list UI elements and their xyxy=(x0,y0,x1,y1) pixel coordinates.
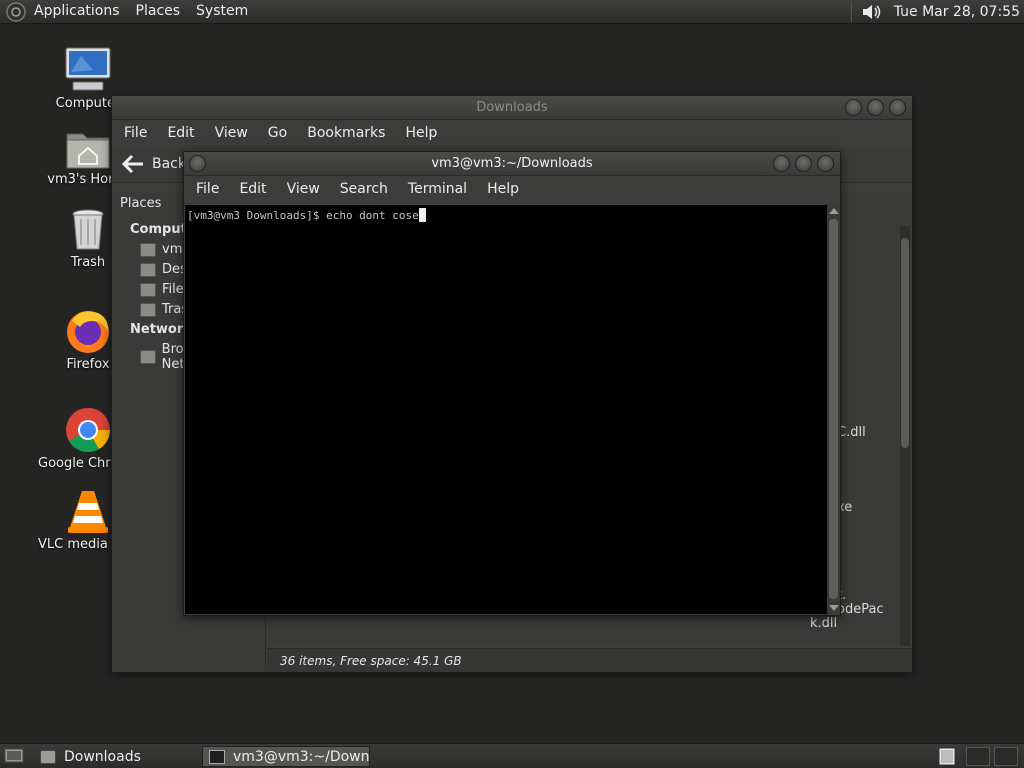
file-label[interactable]: odePac xyxy=(837,602,884,617)
minimize-button[interactable] xyxy=(773,155,790,172)
file-manager-title: Downloads xyxy=(476,100,548,115)
show-desktop-icon[interactable] xyxy=(4,748,24,765)
fm-menu-bookmarks[interactable]: Bookmarks xyxy=(297,125,395,141)
home-folder-icon xyxy=(66,133,110,169)
file-manager-titlebar[interactable]: Downloads xyxy=(112,96,912,120)
places-menu[interactable]: Places xyxy=(128,0,189,24)
system-menu[interactable]: System xyxy=(188,0,256,24)
term-menu-terminal[interactable]: Terminal xyxy=(398,181,477,197)
terminal-titlebar[interactable]: vm3@vm3:~/Downloads xyxy=(184,152,840,176)
scrollbar-thumb[interactable] xyxy=(901,238,909,448)
back-button[interactable]: Back xyxy=(122,155,186,173)
term-menu-help[interactable]: Help xyxy=(477,181,529,197)
terminal-icon xyxy=(209,749,225,764)
panel-tray: Tue Mar 28, 07:55 xyxy=(847,0,1024,24)
clock[interactable]: Tue Mar 28, 07:55 xyxy=(884,4,1024,20)
terminal-cursor xyxy=(418,208,426,222)
folder-icon xyxy=(40,749,56,764)
fm-menu-go[interactable]: Go xyxy=(258,125,297,141)
scrollbar-thumb[interactable] xyxy=(829,219,838,599)
close-button[interactable] xyxy=(889,99,906,116)
minimize-button[interactable] xyxy=(845,99,862,116)
top-panel: Applications Places System Tue Mar 28, 0… xyxy=(0,0,1024,24)
close-button[interactable] xyxy=(817,155,834,172)
drive-icon xyxy=(140,282,156,297)
taskbar-item-terminal[interactable]: vm3@vm3:~/Downl... xyxy=(202,746,370,767)
vlc-icon xyxy=(68,491,108,533)
terminal-window[interactable]: vm3@vm3:~/Downloads File Edit View Searc… xyxy=(183,151,841,616)
file-manager-menubar: File Edit View Go Bookmarks Help xyxy=(112,120,912,146)
gnome-foot-icon[interactable] xyxy=(6,1,26,22)
fm-menu-view[interactable]: View xyxy=(205,125,258,141)
back-label: Back xyxy=(152,156,186,172)
workspace-switcher-icon[interactable] xyxy=(938,747,956,766)
window-menu-button[interactable] xyxy=(189,155,206,172)
trash-small-icon xyxy=(140,302,156,317)
task-label: vm3@vm3:~/Downl... xyxy=(233,748,370,765)
status-bar: 36 items, Free space: 45.1 GB xyxy=(267,648,912,672)
volume-icon[interactable] xyxy=(860,1,884,23)
bottom-panel: Downloads vm3@vm3:~/Downl... xyxy=(0,743,1024,768)
maximize-button[interactable] xyxy=(795,155,812,172)
terminal-menubar: File Edit View Search Terminal Help xyxy=(184,176,840,202)
file-view-scrollbar[interactable] xyxy=(900,226,910,646)
fm-menu-edit[interactable]: Edit xyxy=(157,125,204,141)
scroll-down-icon[interactable] xyxy=(829,605,839,611)
maximize-button[interactable] xyxy=(867,99,884,116)
term-menu-file[interactable]: File xyxy=(186,181,229,197)
workspace-box[interactable] xyxy=(966,747,990,766)
sidebar-header[interactable]: Places xyxy=(120,196,161,211)
computer-icon xyxy=(65,47,111,91)
desktop-icon xyxy=(140,262,156,277)
terminal-scrollbar[interactable] xyxy=(827,205,840,614)
term-menu-search[interactable]: Search xyxy=(330,181,398,197)
term-menu-edit[interactable]: Edit xyxy=(229,181,276,197)
scroll-up-icon[interactable] xyxy=(829,208,839,214)
tray-separator xyxy=(850,1,852,22)
network-icon xyxy=(140,350,156,364)
firefox-icon xyxy=(67,311,109,353)
fm-menu-file[interactable]: File xyxy=(114,125,157,141)
applications-menu[interactable]: Applications xyxy=(26,0,128,24)
home-icon xyxy=(140,242,156,257)
file-label[interactable]: k.dll xyxy=(810,616,837,631)
term-menu-view[interactable]: View xyxy=(277,181,330,197)
terminal-output[interactable]: [vm3@vm3 Downloads]$ echo dont cose xyxy=(185,205,827,614)
trash-icon xyxy=(72,209,104,250)
workspace-box[interactable] xyxy=(994,747,1018,766)
terminal-prompt-line: [vm3@vm3 Downloads]$ echo dont cose xyxy=(187,209,419,222)
terminal-title: vm3@vm3:~/Downloads xyxy=(431,156,593,171)
taskbar-item-downloads[interactable]: Downloads xyxy=(34,746,194,767)
chrome-icon xyxy=(66,408,110,452)
task-label: Downloads xyxy=(64,748,141,765)
panel-menus: Applications Places System xyxy=(26,0,256,24)
fm-menu-help[interactable]: Help xyxy=(395,125,447,141)
back-arrow-icon xyxy=(122,155,143,173)
file-label[interactable]: C.dll xyxy=(837,425,866,440)
